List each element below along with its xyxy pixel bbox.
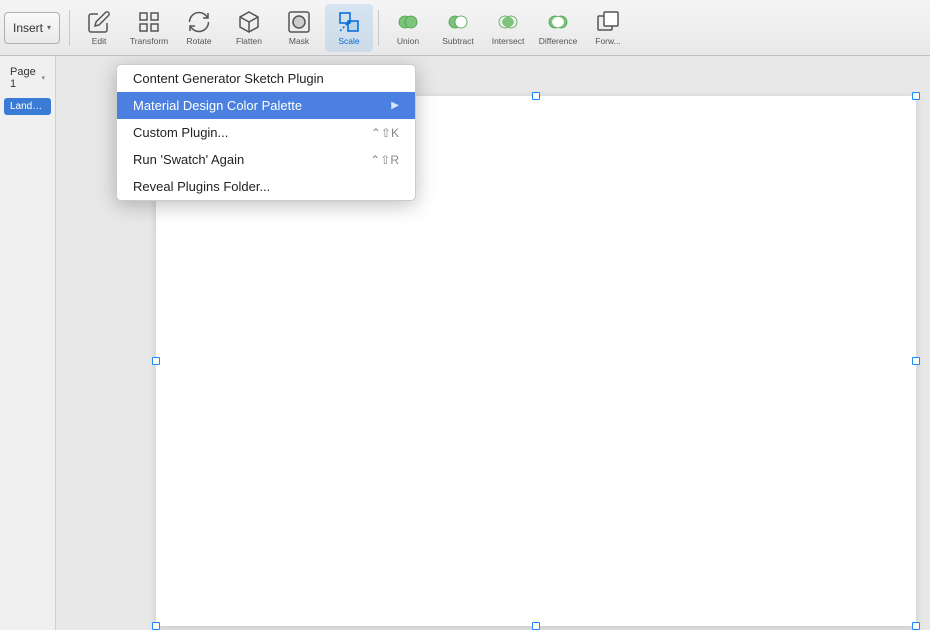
main-area: Page 1 ▾ Lands... Content Generator Sket…: [0, 56, 930, 630]
difference-button[interactable]: Difference: [534, 4, 582, 52]
edit-button[interactable]: Edit: [75, 4, 123, 52]
toolbar-divider-1: [69, 10, 70, 46]
menu-item-content-gen-label: Content Generator Sketch Plugin: [133, 71, 324, 86]
insert-button[interactable]: Insert ▾: [4, 12, 60, 44]
subtract-icon: [446, 10, 470, 34]
scale-icon: [337, 10, 361, 34]
scale-button[interactable]: Scale: [325, 4, 373, 52]
intersect-button[interactable]: Intersect: [484, 4, 532, 52]
layer-label: Lands...: [10, 101, 46, 112]
subtract-label: Subtract: [442, 36, 474, 46]
handle-mid-right[interactable]: [912, 357, 920, 365]
mask-label: Mask: [289, 36, 309, 46]
menu-item-custom-plugin[interactable]: Custom Plugin... ⌃⇧K: [117, 119, 415, 146]
handle-bot-mid[interactable]: [532, 622, 540, 630]
insert-label: Insert: [13, 21, 43, 35]
page-label: Page 1: [10, 66, 37, 90]
intersect-label: Intersect: [492, 36, 525, 46]
mask-button[interactable]: Mask: [275, 4, 323, 52]
flatten-label: Flatten: [236, 36, 262, 46]
handle-mid-left[interactable]: [152, 357, 160, 365]
menu-item-reveal-plugins-label: Reveal Plugins Folder...: [133, 179, 270, 194]
menu-item-run-swatch-shortcut: ⌃⇧R: [370, 153, 399, 167]
dropdown-menu: Content Generator Sketch Plugin Material…: [116, 64, 416, 201]
scale-label: Scale: [338, 36, 359, 46]
toolbar-divider-2: [378, 10, 379, 46]
forward-button[interactable]: Forw...: [584, 4, 632, 52]
transform-label: Transform: [130, 36, 168, 46]
handle-top-mid[interactable]: [532, 92, 540, 100]
edit-icon: [87, 10, 111, 34]
handle-top-right[interactable]: [912, 92, 920, 100]
menu-item-run-swatch[interactable]: Run 'Swatch' Again ⌃⇧R: [117, 146, 415, 173]
page-arrow: ▾: [41, 74, 45, 82]
canvas-area[interactable]: Content Generator Sketch Plugin Material…: [56, 56, 930, 630]
union-icon: [396, 10, 420, 34]
flatten-button[interactable]: Flatten: [225, 4, 273, 52]
rotate-icon: [187, 10, 211, 34]
menu-item-material-design-label: Material Design Color Palette: [133, 98, 302, 113]
menu-item-run-swatch-label: Run 'Swatch' Again: [133, 152, 244, 167]
rotate-button[interactable]: Rotate: [175, 4, 223, 52]
flatten-icon: [237, 10, 261, 34]
union-label: Union: [397, 36, 419, 46]
insert-arrow: ▾: [47, 23, 51, 32]
difference-icon: [546, 10, 570, 34]
layer-item[interactable]: Lands...: [4, 98, 51, 115]
menu-item-content-gen[interactable]: Content Generator Sketch Plugin: [117, 65, 415, 92]
forward-label: Forw...: [595, 36, 621, 46]
page-section: Page 1 ▾: [0, 60, 55, 96]
menu-item-material-design[interactable]: Material Design Color Palette ▶: [117, 92, 415, 119]
toolbar-left: Insert ▾ Edit Transform: [4, 4, 632, 52]
menu-item-reveal-plugins[interactable]: Reveal Plugins Folder...: [117, 173, 415, 200]
edit-label: Edit: [92, 36, 107, 46]
forward-icon: [596, 10, 620, 34]
menu-item-custom-plugin-label: Custom Plugin...: [133, 125, 228, 140]
rotate-label: Rotate: [187, 36, 212, 46]
difference-label: Difference: [539, 36, 578, 46]
intersect-icon: [496, 10, 520, 34]
handle-bot-right[interactable]: [912, 622, 920, 630]
transform-icon: [137, 10, 161, 34]
mask-icon: [287, 10, 311, 34]
union-button[interactable]: Union: [384, 4, 432, 52]
page-item[interactable]: Page 1 ▾: [6, 64, 49, 92]
transform-button[interactable]: Transform: [125, 4, 173, 52]
subtract-button[interactable]: Subtract: [434, 4, 482, 52]
toolbar: Insert ▾ Edit Transform: [0, 0, 930, 56]
submenu-arrow-1: ▶: [391, 100, 399, 111]
menu-item-custom-plugin-shortcut: ⌃⇧K: [371, 126, 399, 140]
left-sidebar: Page 1 ▾ Lands...: [0, 56, 56, 630]
handle-bot-left[interactable]: [152, 622, 160, 630]
